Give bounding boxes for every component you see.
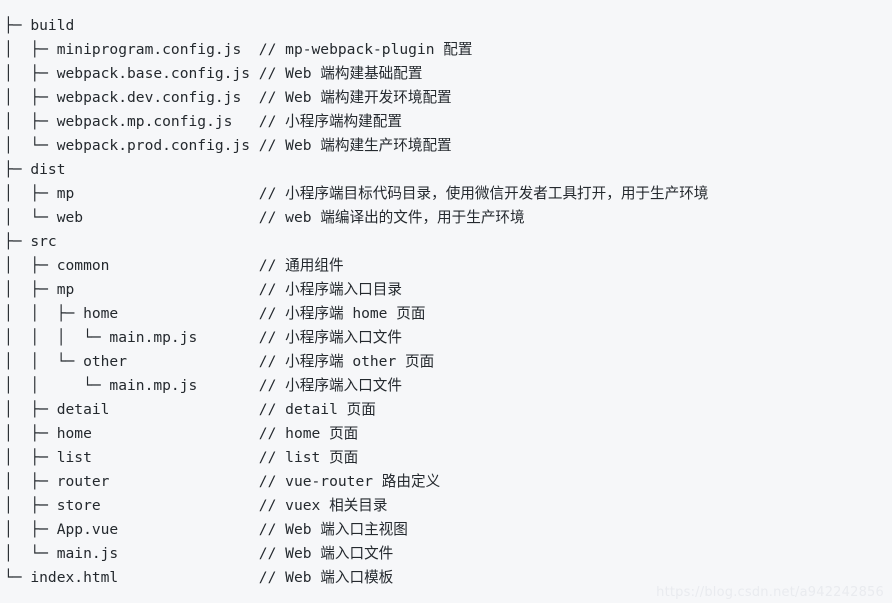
tree-line: │ ├─ miniprogram.config.js // mp-webpack… xyxy=(4,41,473,58)
tree-line: │ └─ web // web 端编译出的文件，用于生产环境 xyxy=(4,209,525,226)
tree-line: │ ├─ webpack.base.config.js // Web 端构建基础… xyxy=(4,65,423,82)
tree-line: └─ index.html // Web 端入口模板 xyxy=(4,569,394,586)
tree-line: │ ├─ App.vue // Web 端入口主视图 xyxy=(4,521,408,538)
tree-line: │ ├─ webpack.dev.config.js // Web 端构建开发环… xyxy=(4,89,452,106)
tree-line: │ └─ webpack.prod.config.js // Web 端构建生产… xyxy=(4,137,452,154)
tree-line: ├─ build xyxy=(4,17,75,34)
tree-line: │ │ └─ main.mp.js // 小程序端入口文件 xyxy=(4,377,402,394)
tree-line: │ ├─ store // vuex 相关目录 xyxy=(4,497,388,514)
tree-line: │ ├─ router // vue-router 路由定义 xyxy=(4,473,441,490)
tree-line: │ │ │ └─ main.mp.js // 小程序端入口文件 xyxy=(4,329,402,346)
tree-line: │ ├─ list // list 页面 xyxy=(4,449,359,466)
directory-tree-code-block: ├─ build │ ├─ miniprogram.config.js // mp… xyxy=(0,0,892,603)
tree-line: │ │ └─ other // 小程序端 other 页面 xyxy=(4,353,435,370)
tree-line: ├─ dist xyxy=(4,161,66,178)
directory-tree-listing: ├─ build │ ├─ miniprogram.config.js // mp… xyxy=(0,14,892,590)
tree-line: │ ├─ mp // 小程序端目标代码目录，使用微信开发者工具打开，用于生产环境 xyxy=(4,185,709,202)
tree-line: │ ├─ common // 通用组件 xyxy=(4,257,344,274)
tree-line: │ ├─ webpack.mp.config.js // 小程序端构建配置 xyxy=(4,113,402,130)
tree-line: │ ├─ mp // 小程序端入口目录 xyxy=(4,281,402,298)
tree-line: │ │ ├─ home // 小程序端 home 页面 xyxy=(4,305,426,322)
tree-line: ├─ src xyxy=(4,233,57,250)
tree-line: │ ├─ home // home 页面 xyxy=(4,425,359,442)
tree-line: │ └─ main.js // Web 端入口文件 xyxy=(4,545,394,562)
tree-line: │ ├─ detail // detail 页面 xyxy=(4,401,376,418)
